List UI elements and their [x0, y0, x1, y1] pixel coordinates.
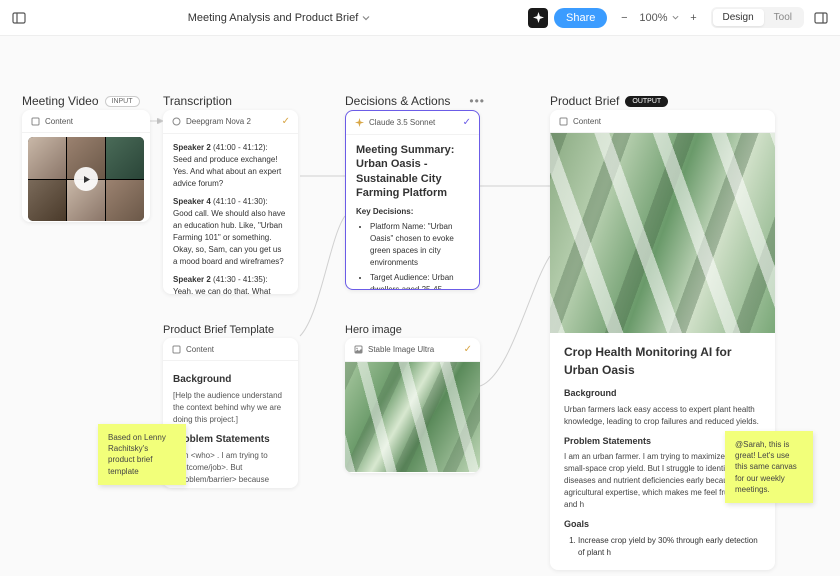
card-header: Deepgram Nova 2 ✓ — [163, 110, 298, 134]
panel-right-icon[interactable] — [810, 7, 832, 29]
transcript-line: Speaker 2 (41:00 - 41:12): Seed and prod… — [173, 142, 288, 190]
hero-image — [345, 362, 480, 472]
zoom-level[interactable]: 100% — [639, 12, 667, 24]
ai-action-button[interactable] — [528, 8, 548, 28]
col-transcription: Transcription — [163, 94, 232, 108]
col-product-brief: Product Brief OUTPUT — [550, 94, 668, 108]
card-header: Stable Image Ultra ✓ — [345, 338, 480, 362]
tmpl-ps-text: I am <who> . I am trying to <outcome/job… — [173, 450, 288, 488]
key-decisions-label: Key Decisions: — [356, 206, 469, 218]
content-icon — [558, 116, 568, 126]
check-icon: ✓ — [463, 117, 471, 128]
transcript-line: Speaker 2 (41:30 - 41:35): Yeah, we can … — [173, 274, 288, 294]
canvas[interactable]: Meeting Video INPUT Transcription Decisi… — [0, 36, 840, 575]
decision-item: Platform Name: "Urban Oasis" chosen to e… — [370, 221, 469, 269]
sticky-note-2[interactable]: @Sarah, this is great! Let's use this sa… — [725, 431, 813, 503]
col-meeting-video: Meeting Video INPUT — [22, 94, 140, 108]
col-template: Product Brief Template — [163, 324, 274, 336]
summary-title: Meeting Summary: Urban Oasis - Sustainab… — [356, 143, 469, 200]
share-button[interactable]: Share — [554, 8, 607, 28]
video-thumbnails[interactable] — [28, 137, 144, 221]
content-icon — [30, 116, 40, 126]
col-hero: Hero image — [345, 324, 402, 336]
input-badge: INPUT — [105, 96, 140, 107]
mode-design[interactable]: Design — [713, 9, 764, 26]
brief-bg-label: Background — [564, 387, 761, 401]
card-hero[interactable]: Stable Image Ultra ✓ — [345, 338, 480, 473]
card-meeting-video[interactable]: Content — [22, 110, 150, 222]
topbar: Meeting Analysis and Product Brief Share… — [0, 0, 840, 36]
tmpl-bg-title: Background — [173, 372, 288, 387]
brief-goals-label: Goals — [564, 518, 761, 532]
brief-goal-item: Increase crop yield by 30% through early… — [578, 535, 761, 559]
claude-icon — [354, 118, 364, 128]
more-icon[interactable]: ••• — [469, 94, 485, 108]
zoom-out-button[interactable]: − — [613, 7, 635, 29]
panel-left-icon[interactable] — [8, 7, 30, 29]
sticky-note-1[interactable]: Based on Lenny Rachitsky's product brief… — [98, 424, 186, 485]
check-icon: ✓ — [464, 344, 472, 355]
card-header: Content — [22, 110, 150, 133]
brief-title: Crop Health Monitoring AI for Urban Oasi… — [564, 343, 761, 379]
decision-item: Target Audience: Urban dwellers aged 25-… — [370, 272, 469, 290]
document-title[interactable]: Meeting Analysis and Product Brief — [188, 12, 371, 24]
brief-hero-image — [550, 133, 775, 333]
tmpl-bg-text: [Help the audience understand the contex… — [173, 390, 288, 426]
zoom-in-button[interactable]: + — [683, 7, 705, 29]
output-badge: OUTPUT — [625, 96, 668, 107]
check-icon: ✓ — [282, 116, 290, 127]
chevron-down-icon — [672, 14, 679, 21]
tmpl-ps-title: Problem Statements — [173, 432, 288, 447]
content-icon — [171, 344, 181, 354]
brief-bg-text: Urban farmers lack easy access to expert… — [564, 404, 761, 428]
play-icon[interactable] — [74, 167, 98, 191]
transcript-line: Speaker 4 (41:10 - 41:30): Good call. We… — [173, 196, 288, 268]
mode-toggle: Design Tool — [711, 7, 805, 28]
model-icon — [171, 117, 181, 127]
card-header: Content — [550, 110, 775, 133]
image-icon — [353, 345, 363, 355]
card-transcription[interactable]: Deepgram Nova 2 ✓ Speaker 2 (41:00 - 41:… — [163, 110, 298, 294]
col-decisions: Decisions & Actions ••• — [345, 94, 485, 108]
chevron-down-icon — [362, 14, 370, 22]
mode-tool[interactable]: Tool — [764, 9, 802, 26]
card-decisions[interactable]: Claude 3.5 Sonnet ✓ Meeting Summary: Urb… — [345, 110, 480, 290]
card-header: Content — [163, 338, 298, 361]
card-header: Claude 3.5 Sonnet ✓ — [346, 111, 479, 135]
